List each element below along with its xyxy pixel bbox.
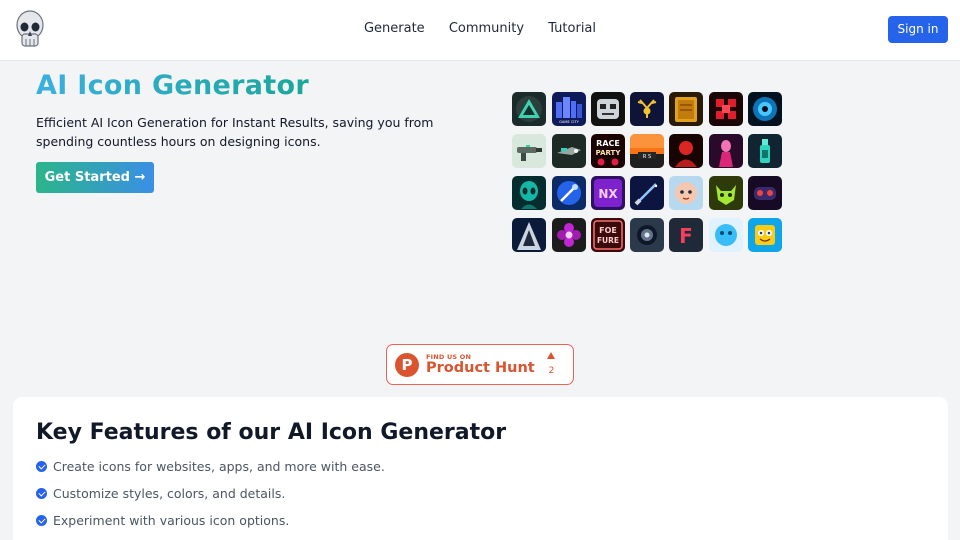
- spaceship-icon[interactable]: [552, 134, 586, 168]
- check-circle-icon: [36, 515, 47, 526]
- feature-item: Experiment with various icon options.: [36, 513, 289, 529]
- foe-fure-icon[interactable]: FOE FURE: [591, 218, 625, 252]
- feature-item: Create icons for websites, apps, and mor…: [36, 459, 385, 475]
- mech-cat-icon[interactable]: [709, 176, 743, 210]
- sunset-ride-icon[interactable]: R S: [630, 134, 664, 168]
- product-hunt-logo: P: [395, 353, 419, 377]
- triangle-emblem-icon[interactable]: [512, 92, 546, 126]
- lightsaber-icon[interactable]: [630, 176, 664, 210]
- feature-text: Create icons for websites, apps, and mor…: [53, 459, 385, 474]
- red-dice-icon[interactable]: [709, 92, 743, 126]
- letter-f-icon[interactable]: F: [669, 218, 703, 252]
- letter-f-label: F: [679, 224, 693, 248]
- fure-label: FURE: [597, 236, 619, 245]
- nx-letters-icon[interactable]: NX: [591, 176, 625, 210]
- features-title: Key Features of our AI Icon Generator: [36, 420, 507, 445]
- party-label: PARTY: [596, 149, 622, 157]
- game-city-icon[interactable]: GAME CITY: [552, 92, 586, 126]
- comet-icon[interactable]: [552, 176, 586, 210]
- top-navbar: Generate Community Tutorial Sign in: [0, 0, 960, 61]
- sponge-face-icon[interactable]: [748, 218, 782, 252]
- bottle-icon[interactable]: [748, 134, 782, 168]
- gamepad-robot-icon[interactable]: [748, 176, 782, 210]
- check-circle-icon: [36, 488, 47, 499]
- nav-link-community[interactable]: Community: [449, 21, 524, 36]
- feature-text: Customize styles, colors, and details.: [53, 486, 286, 501]
- feature-text: Experiment with various icon options.: [53, 513, 290, 528]
- pink-flower-icon[interactable]: [552, 218, 586, 252]
- baby-face-icon[interactable]: [669, 176, 703, 210]
- game-city-label: GAME CITY: [559, 120, 580, 124]
- foe-label: FOE: [599, 226, 617, 235]
- feature-item: Customize styles, colors, and details.: [36, 486, 285, 502]
- deer-antlers-icon[interactable]: [630, 92, 664, 126]
- nav-links: Generate Community Tutorial: [0, 21, 960, 36]
- nav-link-generate[interactable]: Generate: [364, 21, 425, 36]
- blue-blob-icon[interactable]: [709, 218, 743, 252]
- sign-in-button[interactable]: Sign in: [888, 16, 948, 43]
- notebook-icon[interactable]: [669, 92, 703, 126]
- race-party-icon[interactable]: RACE PARTY: [591, 134, 625, 168]
- nx-label: NX: [598, 187, 618, 201]
- product-hunt-badge[interactable]: P FIND US ON Product Hunt 2: [386, 344, 574, 385]
- upvote-count: 2: [548, 366, 555, 376]
- red-portrait-icon[interactable]: [669, 134, 703, 168]
- features-card: Key Features of our AI Icon Generator Cr…: [13, 397, 948, 540]
- wizard-hood-icon[interactable]: [512, 218, 546, 252]
- check-circle-icon: [36, 461, 47, 472]
- product-hunt-name: Product Hunt: [426, 360, 535, 376]
- get-started-button[interactable]: Get Started →: [36, 162, 154, 193]
- robot-face-icon[interactable]: [591, 92, 625, 126]
- race-label: RACE: [596, 139, 620, 148]
- upvote-arrow-icon: [547, 352, 555, 359]
- pink-figure-icon[interactable]: [709, 134, 743, 168]
- blaster-gun-icon[interactable]: [512, 134, 546, 168]
- nav-link-tutorial[interactable]: Tutorial: [548, 21, 596, 36]
- hero-description: Efficient AI Icon Generation for Instant…: [36, 115, 434, 149]
- sunset-sign-label: R S: [643, 154, 651, 160]
- page-title: AI Icon Generator: [36, 70, 309, 101]
- alien-orb-icon[interactable]: [630, 218, 664, 252]
- alien-face-icon[interactable]: [512, 176, 546, 210]
- eye-icon[interactable]: [748, 92, 782, 126]
